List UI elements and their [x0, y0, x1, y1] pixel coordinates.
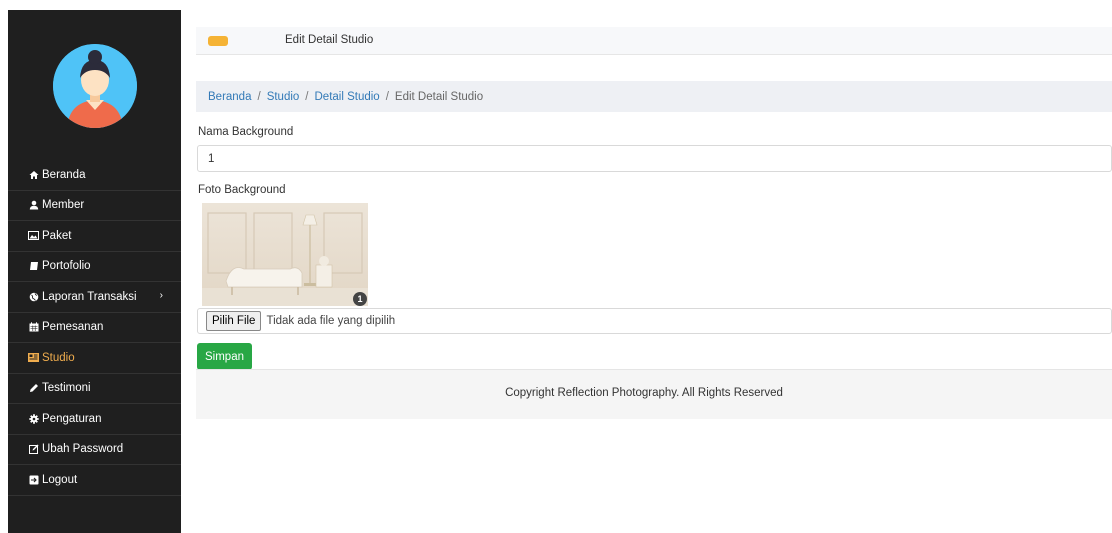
- copyright-text: Copyright Reflection Photography. All Ri…: [505, 386, 783, 399]
- breadcrumb-link-beranda[interactable]: Beranda: [208, 91, 251, 103]
- sidebar-item-label: Logout: [42, 473, 78, 486]
- user-icon: [28, 200, 39, 211]
- choose-file-button[interactable]: Pilih File: [206, 311, 262, 331]
- chevron-right-icon: ›: [159, 290, 163, 301]
- home-icon: [28, 169, 39, 180]
- sidebar-item-laporan-transaksi[interactable]: Laporan Transaksi ›: [8, 282, 181, 313]
- sidebar-item-label: Paket: [42, 229, 72, 242]
- sidebar-item-pengaturan[interactable]: Pengaturan: [8, 404, 181, 435]
- sidebar-item-label: Member: [42, 199, 85, 212]
- sidebar-item-pemesanan[interactable]: Pemesanan: [8, 313, 181, 343]
- studio-icon: [28, 352, 39, 363]
- user-avatar-icon: [53, 44, 137, 128]
- file-upload-field: Pilih File Tidak ada file yang dipilih: [197, 308, 1112, 334]
- sidebar-item-portofolio[interactable]: Portofolio: [8, 252, 181, 282]
- save-button[interactable]: Simpan: [197, 343, 252, 370]
- sidebar-item-logout[interactable]: Logout: [8, 465, 181, 496]
- sidebar-item-label: Beranda: [42, 168, 86, 181]
- footer: Copyright Reflection Photography. All Ri…: [196, 369, 1112, 419]
- sidebar-item-label: Portofolio: [42, 260, 91, 273]
- sidebar: Beranda Member Paket Portofolio Laporan …: [8, 10, 181, 533]
- avatar: [53, 44, 137, 128]
- breadcrumb-link-detail-studio[interactable]: Detail Studio: [315, 91, 380, 103]
- name-label: Nama Background: [198, 126, 294, 138]
- photo-count-badge: 1: [353, 292, 367, 306]
- sidebar-item-testimoni[interactable]: Testimoni: [8, 374, 181, 404]
- sidebar-item-beranda[interactable]: Beranda: [8, 160, 181, 191]
- name-input[interactable]: [197, 145, 1112, 172]
- top-bar: Edit Detail Studio: [196, 27, 1112, 55]
- globe-icon: [28, 291, 39, 302]
- sidebar-item-paket[interactable]: Paket: [8, 221, 181, 252]
- pencil-icon: [28, 383, 39, 394]
- sidebar-item-label: Testimoni: [42, 382, 91, 395]
- sidebar-item-label: Pemesanan: [42, 321, 104, 334]
- menu-toggle-button[interactable]: [208, 36, 228, 46]
- sidebar-item-label: Pengaturan: [42, 412, 102, 425]
- background-photo: [202, 203, 368, 306]
- breadcrumb-current: Edit Detail Studio: [394, 90, 484, 103]
- sidebar-item-ubah-password[interactable]: Ubah Password: [8, 435, 181, 465]
- breadcrumb-separator: /: [257, 90, 261, 103]
- page-title: Edit Detail Studio: [285, 34, 374, 46]
- breadcrumb-separator: /: [385, 90, 389, 103]
- edit-icon: [28, 444, 39, 455]
- breadcrumb-separator: /: [305, 90, 309, 103]
- breadcrumb-link-studio[interactable]: Studio: [267, 91, 300, 103]
- logout-icon: [28, 474, 39, 485]
- sidebar-item-member[interactable]: Member: [8, 191, 181, 221]
- book-icon: [28, 261, 39, 272]
- calendar-icon: [28, 322, 39, 333]
- sidebar-item-label: Studio: [42, 351, 75, 364]
- sidebar-menu: Beranda Member Paket Portofolio Laporan …: [8, 160, 181, 496]
- sidebar-item-label: Laporan Transaksi: [42, 290, 137, 303]
- file-status-text: Tidak ada file yang dipilih: [266, 315, 396, 327]
- photo-label: Foto Background: [198, 184, 286, 196]
- breadcrumb: Beranda / Studio / Detail Studio / Edit …: [196, 81, 1112, 112]
- image-icon: [28, 230, 39, 241]
- sidebar-item-studio[interactable]: Studio: [8, 343, 181, 374]
- sidebar-item-label: Ubah Password: [42, 443, 124, 456]
- cog-icon: [28, 413, 39, 424]
